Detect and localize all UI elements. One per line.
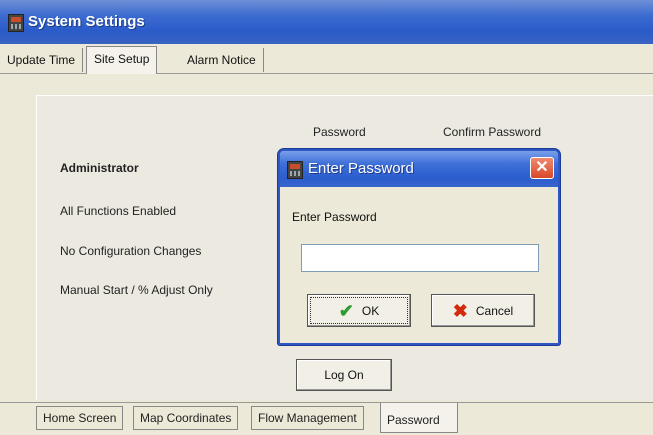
checkmark-icon: ✔ bbox=[338, 300, 354, 321]
tab-site-setup[interactable]: Site Setup bbox=[86, 46, 158, 74]
cancel-button-label: Cancel bbox=[475, 303, 514, 318]
tab-home-screen[interactable]: Home Screen bbox=[36, 406, 124, 430]
system-settings-window: System Settings Update Time Site Setup A… bbox=[0, 0, 653, 435]
cancel-button[interactable]: ✖ Cancel bbox=[431, 294, 535, 327]
row-administrator: Administrator bbox=[60, 161, 139, 175]
password-input[interactable] bbox=[301, 244, 539, 272]
ok-button-label: OK bbox=[361, 303, 380, 318]
ok-button[interactable]: ✔ OK bbox=[307, 294, 411, 327]
confirm-password-column-header: Confirm Password bbox=[443, 125, 542, 139]
bottom-tab-strip: Home Screen Map Coordinates Flow Managem… bbox=[0, 402, 653, 435]
title-bar[interactable]: System Settings bbox=[0, 0, 653, 44]
app-icon bbox=[8, 14, 24, 32]
window-title: System Settings bbox=[28, 13, 145, 30]
x-icon: ✖ bbox=[452, 300, 468, 321]
row-all-functions-enabled: All Functions Enabled bbox=[60, 204, 177, 218]
dialog-title: Enter Password bbox=[308, 160, 414, 177]
enter-password-label: Enter Password bbox=[292, 210, 377, 224]
enter-password-dialog: Enter Password ✕ Enter Password ✔ OK ✖ C… bbox=[278, 149, 560, 345]
tab-alarm-notice[interactable]: Alarm Notice bbox=[180, 48, 264, 72]
tab-update-time[interactable]: Update Time bbox=[0, 48, 84, 72]
log-on-button[interactable]: Log On bbox=[296, 359, 392, 391]
tab-password[interactable]: Password bbox=[380, 403, 458, 433]
dialog-app-icon bbox=[287, 161, 303, 179]
tab-flow-management[interactable]: Flow Management bbox=[251, 406, 364, 430]
row-no-configuration-changes: No Configuration Changes bbox=[60, 244, 202, 258]
dialog-title-bar[interactable]: Enter Password ✕ bbox=[280, 151, 558, 187]
tab-map-coordinates[interactable]: Map Coordinates bbox=[133, 406, 239, 430]
row-manual-start-adjust-only: Manual Start / % Adjust Only bbox=[60, 283, 213, 297]
close-icon[interactable]: ✕ bbox=[530, 157, 554, 179]
password-column-header: Password bbox=[313, 125, 366, 139]
top-tab-strip: Update Time Site Setup Alarm Notice bbox=[0, 44, 653, 74]
